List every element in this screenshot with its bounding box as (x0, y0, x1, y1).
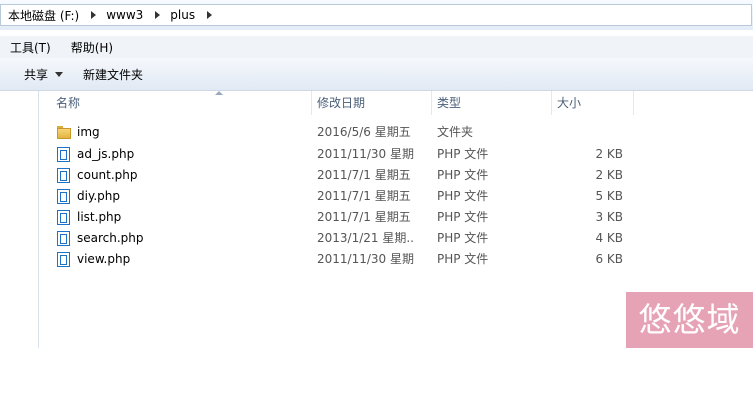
share-button-label: 共享 (24, 67, 49, 82)
file-date: 2011/11/30 星期... (317, 147, 415, 161)
address-bar: 本地磁盘 (F:) www3 plus (0, 0, 753, 30)
php-file-icon (57, 231, 70, 246)
file-type: 文件夹 (437, 125, 474, 139)
breadcrumb-arrow-icon[interactable] (155, 11, 161, 19)
column-divider[interactable] (633, 91, 634, 115)
file-type: PHP 文件 (437, 189, 489, 203)
sort-ascending-icon (215, 91, 223, 95)
php-file-icon (57, 168, 70, 183)
file-row[interactable]: list.php 2011/7/1 星期五 ... PHP 文件 3 KB (39, 207, 753, 228)
file-name: view.php (77, 252, 131, 266)
breadcrumb-item-www3[interactable]: www3 (106, 8, 143, 22)
file-type: PHP 文件 (437, 168, 489, 182)
file-name: search.php (77, 231, 144, 245)
share-button[interactable]: 共享 (0, 66, 75, 83)
file-name: count.php (77, 168, 138, 182)
command-toolbar: 共享 新建文件夹 (0, 58, 753, 91)
watermark-logo: 悠悠域名 (626, 292, 753, 395)
file-size: 4 KB (595, 231, 623, 245)
column-name[interactable]: 名称 (56, 91, 80, 115)
column-divider[interactable] (431, 91, 432, 115)
file-size: 2 KB (595, 147, 623, 161)
breadcrumb-arrow-icon[interactable] (207, 11, 213, 19)
breadcrumb-arrow-icon[interactable] (91, 11, 97, 19)
file-size: 5 KB (595, 189, 623, 203)
php-file-icon (57, 147, 70, 162)
php-file-icon (57, 189, 70, 204)
column-header: 名称 修改日期 类型 大小 (39, 91, 753, 115)
new-folder-button-label: 新建文件夹 (83, 67, 144, 82)
menu-tools[interactable]: 工具(T) (0, 39, 61, 56)
column-size[interactable]: 大小 (557, 91, 581, 115)
file-size: 6 KB (595, 252, 623, 266)
php-file-icon (57, 210, 70, 225)
breadcrumb-item-plus[interactable]: plus (170, 8, 195, 22)
file-size: 2 KB (595, 168, 623, 182)
file-date: 2011/7/1 星期五 ... (317, 189, 415, 203)
file-type: PHP 文件 (437, 210, 489, 224)
breadcrumb[interactable]: 本地磁盘 (F:) www3 plus (0, 4, 752, 26)
column-type[interactable]: 类型 (437, 91, 461, 115)
file-name: list.php (77, 210, 122, 224)
file-date: 2011/7/1 星期五 ... (317, 210, 415, 224)
file-row[interactable]: ad_js.php 2011/11/30 星期... PHP 文件 2 KB (39, 144, 753, 165)
menu-bar: 工具(T) 帮助(H) (0, 36, 753, 58)
file-name: ad_js.php (77, 147, 135, 161)
file-type: PHP 文件 (437, 231, 489, 245)
new-folder-button[interactable]: 新建文件夹 (75, 66, 155, 83)
file-row[interactable]: count.php 2011/7/1 星期五 ... PHP 文件 2 KB (39, 165, 753, 186)
file-row[interactable]: view.php 2011/11/30 星期... PHP 文件 6 KB (39, 249, 753, 270)
php-file-icon (57, 252, 70, 267)
column-date[interactable]: 修改日期 (317, 91, 365, 115)
file-date: 2013/1/21 星期... (317, 231, 415, 245)
file-name: img (77, 125, 100, 139)
chevron-down-icon (55, 71, 64, 77)
file-row[interactable]: img 2016/5/6 星期五 ... 文件夹 (39, 122, 753, 143)
column-divider[interactable] (311, 91, 312, 115)
folder-icon (57, 126, 71, 139)
file-type: PHP 文件 (437, 147, 489, 161)
file-type: PHP 文件 (437, 252, 489, 266)
column-divider[interactable] (551, 91, 552, 115)
breadcrumb-item-drive[interactable]: 本地磁盘 (F:) (8, 7, 79, 24)
file-name: diy.php (77, 189, 120, 203)
menu-help[interactable]: 帮助(H) (61, 39, 123, 56)
file-row[interactable]: diy.php 2011/7/1 星期五 ... PHP 文件 5 KB (39, 186, 753, 207)
file-date: 2011/7/1 星期五 ... (317, 168, 415, 182)
file-size: 3 KB (595, 210, 623, 224)
file-row[interactable]: search.php 2013/1/21 星期... PHP 文件 4 KB (39, 228, 753, 249)
navigation-pane[interactable] (0, 91, 39, 348)
file-date: 2016/5/6 星期五 ... (317, 125, 415, 139)
file-date: 2011/11/30 星期... (317, 252, 415, 266)
